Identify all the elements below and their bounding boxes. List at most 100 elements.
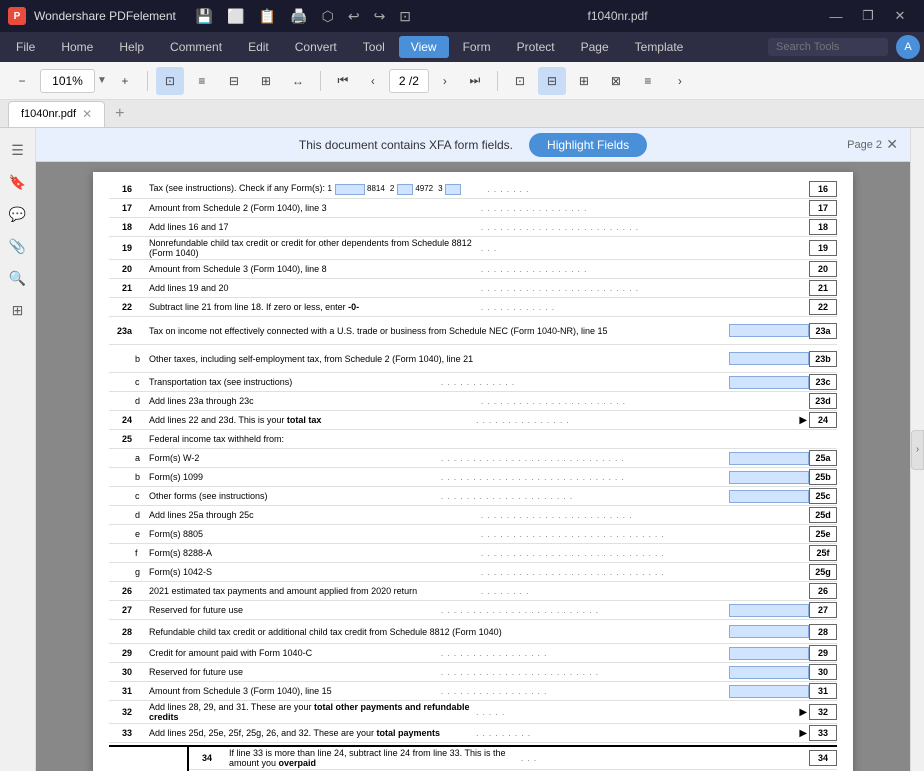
- line-number: 31: [109, 686, 135, 696]
- line-desc: If line 33 is more than line 24, subtrac…: [225, 748, 521, 768]
- line-desc: Tax on income not effectively connected …: [145, 326, 729, 336]
- table-row: d Add lines 25a through 25c . . . . . . …: [109, 506, 837, 525]
- fit-page-button[interactable]: ⊞: [252, 67, 280, 95]
- new-tab-button[interactable]: +: [109, 105, 130, 123]
- redo-icon[interactable]: ↪: [370, 6, 390, 27]
- view-mode-2[interactable]: ⊟: [538, 67, 566, 95]
- close-button[interactable]: ✕: [884, 0, 916, 32]
- highlight-fields-button[interactable]: Highlight Fields: [529, 133, 647, 157]
- more-button[interactable]: ›: [666, 67, 694, 95]
- menu-convert[interactable]: Convert: [283, 36, 349, 58]
- dots: . . . . . . . . . . . . . . . . . . . . …: [481, 284, 809, 293]
- zoom-in-button[interactable]: +: [111, 67, 139, 95]
- undo-icon[interactable]: ↩: [344, 6, 364, 27]
- line-sub: f: [135, 548, 145, 558]
- user-avatar[interactable]: A: [896, 35, 920, 59]
- sidebar-icon-attachment[interactable]: 📎: [4, 232, 32, 260]
- zoom-input[interactable]: [40, 69, 95, 93]
- new-icon[interactable]: ⬜: [223, 6, 248, 27]
- line-desc: Form(s) 8805: [145, 529, 481, 539]
- dots: . . . . . . . . . . . . . . . . .: [441, 649, 729, 658]
- menu-template[interactable]: Template: [623, 36, 696, 58]
- line-desc: Add lines 25a through 25c: [145, 510, 481, 520]
- line-desc: Add lines 16 and 17: [145, 222, 481, 232]
- table-row: 17 Amount from Schedule 2 (Form 1040), l…: [109, 199, 837, 218]
- menu-form[interactable]: Form: [451, 36, 503, 58]
- settings-icon[interactable]: ⬡: [318, 6, 338, 27]
- notification-close-button[interactable]: ✕: [886, 136, 898, 153]
- page-indicator: Page 2: [847, 128, 882, 162]
- menu-page[interactable]: Page: [569, 36, 621, 58]
- line-sub: b: [135, 472, 145, 482]
- table-row: f Form(s) 8288-A . . . . . . . . . . . .…: [109, 544, 837, 563]
- zoom-dropdown-icon[interactable]: ▼: [97, 75, 107, 86]
- line-number: 22: [109, 302, 135, 312]
- print-icon[interactable]: 🖨️: [286, 6, 311, 27]
- view-mode-1[interactable]: ⊡: [506, 67, 534, 95]
- line-num-end: 25a: [809, 450, 837, 466]
- view-mode-4[interactable]: ⊠: [602, 67, 630, 95]
- menu-file[interactable]: File: [4, 36, 47, 58]
- maximize-button[interactable]: ❐: [852, 0, 884, 32]
- menu-tool[interactable]: Tool: [351, 36, 397, 58]
- line-num-end: 30: [809, 664, 837, 680]
- line-number: 27: [109, 605, 135, 615]
- line-desc: Form(s) 8288-A: [145, 548, 481, 558]
- menu-help[interactable]: Help: [107, 36, 156, 58]
- line-sub: d: [135, 510, 145, 520]
- table-row: 22 Subtract line 21 from line 18. If zer…: [109, 298, 837, 317]
- page-number-input[interactable]: [389, 69, 429, 93]
- dots: . . . . . . . . . . . .: [481, 303, 809, 312]
- sidebar-icon-search[interactable]: 🔍: [4, 264, 32, 292]
- menu-view[interactable]: View: [399, 36, 449, 58]
- line-desc: Nonrefundable child tax credit or credit…: [145, 238, 481, 258]
- view-mode-3[interactable]: ⊞: [570, 67, 598, 95]
- save-icon[interactable]: 💾: [192, 6, 217, 27]
- sidebar-icon-comment[interactable]: 💬: [4, 200, 32, 228]
- line-sub: e: [135, 529, 145, 539]
- left-sidebar: ☰ 🔖 💬 📎 🔍 ⊞ ‹: [0, 128, 36, 771]
- line-num-end: [809, 431, 837, 447]
- search-tools-input[interactable]: [768, 38, 888, 56]
- right-collapse-button[interactable]: ›: [911, 430, 924, 470]
- last-page-button[interactable]: ⏭: [461, 67, 489, 95]
- table-row: 28 Refundable child tax credit or additi…: [109, 620, 837, 644]
- zoom-out-button[interactable]: −: [8, 67, 36, 95]
- line-num-end: 19: [809, 240, 837, 256]
- menu-edit[interactable]: Edit: [236, 36, 281, 58]
- line-num-end: 23b: [809, 351, 837, 367]
- line-sub: d: [135, 396, 145, 406]
- tab-close-button[interactable]: ✕: [82, 107, 92, 121]
- line-desc: Add lines 22 and 23d. This is your total…: [145, 415, 476, 425]
- minimize-button[interactable]: —: [820, 0, 852, 32]
- menu-home[interactable]: Home: [49, 36, 105, 58]
- single-page-button[interactable]: ⊡: [156, 67, 184, 95]
- document-tab[interactable]: f1040nr.pdf ✕: [8, 101, 105, 127]
- line-desc: Amount from Schedule 3 (Form 1040), line…: [145, 264, 481, 274]
- grid-icon[interactable]: ⊡: [395, 6, 415, 27]
- line-num-end: 32: [809, 704, 837, 720]
- copy-icon[interactable]: 📋: [255, 6, 280, 27]
- first-page-button[interactable]: ⏮: [329, 67, 357, 95]
- fit-width-button[interactable]: ↔: [284, 67, 312, 95]
- line-desc: Add lines 23a through 23c: [145, 396, 481, 406]
- line-number: 23a: [109, 326, 135, 336]
- line-sub: a: [135, 453, 145, 463]
- continuous-button[interactable]: ≡: [188, 67, 216, 95]
- sidebar-icon-menu[interactable]: ☰: [4, 136, 32, 164]
- next-page-button[interactable]: ›: [431, 67, 459, 95]
- table-row: b Form(s) 1099 . . . . . . . . . . . . .…: [109, 468, 837, 487]
- zoom-box: ▼: [40, 69, 107, 93]
- view-mode-5[interactable]: ≡: [634, 67, 662, 95]
- two-page-button[interactable]: ⊟: [220, 67, 248, 95]
- menu-comment[interactable]: Comment: [158, 36, 234, 58]
- menu-protect[interactable]: Protect: [505, 36, 567, 58]
- document-area[interactable]: 16 Tax (see instructions). Check if any …: [36, 162, 910, 771]
- menu-bar: File Home Help Comment Edit Convert Tool…: [0, 32, 924, 62]
- window-controls: — ❐ ✕: [820, 0, 916, 32]
- prev-page-button[interactable]: ‹: [359, 67, 387, 95]
- sidebar-icon-bookmark[interactable]: 🔖: [4, 168, 32, 196]
- line-number: 32: [109, 707, 135, 717]
- table-row: 30 Reserved for future use . . . . . . .…: [109, 663, 837, 682]
- sidebar-icon-layers[interactable]: ⊞: [4, 296, 32, 324]
